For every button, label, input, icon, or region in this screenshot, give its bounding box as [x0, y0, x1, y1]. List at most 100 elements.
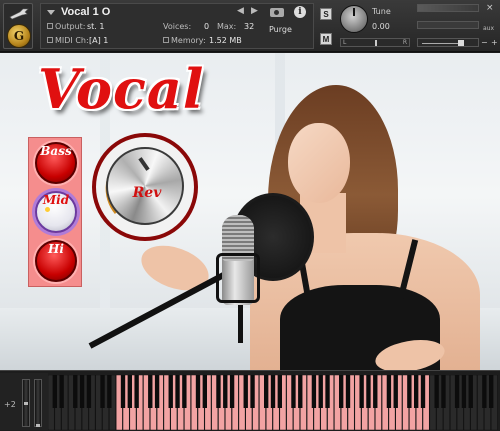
tune-label: Tune [372, 7, 391, 16]
midi-channel-value[interactable]: [A] 1 [89, 36, 108, 45]
black-key[interactable] [339, 375, 344, 408]
tune-knob[interactable] [340, 5, 368, 33]
black-key[interactable] [386, 375, 392, 408]
black-key[interactable] [441, 375, 446, 408]
black-key[interactable] [489, 375, 494, 408]
black-key[interactable] [134, 375, 139, 408]
black-key[interactable] [52, 375, 57, 408]
instrument-name[interactable]: Vocal 1 O [61, 6, 110, 18]
reverb-knob-indicator [138, 157, 150, 171]
pitch-wheel-mark [24, 402, 28, 405]
black-key[interactable] [148, 375, 153, 408]
voices-value: 0 [204, 22, 210, 31]
hi-button[interactable]: Hi [35, 240, 77, 282]
memory-icon [163, 37, 169, 43]
volume-slider[interactable] [417, 38, 479, 47]
black-key[interactable] [420, 375, 426, 408]
black-key[interactable] [407, 375, 412, 408]
black-key[interactable] [79, 375, 85, 408]
dropdown-triangle-icon[interactable] [47, 10, 55, 15]
pitch-wheel[interactable] [22, 379, 30, 427]
black-key[interactable] [461, 375, 467, 408]
prev-instrument-button[interactable]: ◀ [237, 6, 244, 16]
black-key[interactable] [345, 375, 351, 408]
midi-channel-label: MIDI Ch: [55, 36, 89, 45]
plus-button[interactable]: + [491, 38, 498, 47]
singer-face [288, 123, 350, 203]
black-key[interactable] [434, 375, 439, 408]
pan-right-label: R [402, 39, 407, 46]
black-key[interactable] [311, 375, 317, 408]
black-key[interactable] [264, 375, 269, 408]
black-key[interactable] [291, 375, 296, 408]
black-key[interactable] [270, 375, 276, 408]
keyboard-area: +2 [0, 370, 500, 431]
black-key[interactable] [250, 375, 255, 408]
black-key[interactable] [277, 375, 282, 408]
volume-thumb[interactable] [458, 40, 464, 46]
black-key[interactable] [373, 375, 378, 408]
reverb-knob[interactable]: Rev [92, 133, 198, 241]
aux-button[interactable]: aux [483, 25, 494, 32]
instrument-title: Vocal [38, 57, 205, 121]
mid-button-label: Mid [42, 193, 70, 207]
black-key[interactable] [127, 375, 132, 408]
black-key[interactable] [216, 375, 221, 408]
bass-button-label: Bass [40, 144, 72, 158]
black-key[interactable] [359, 375, 364, 408]
memory-value: 1.52 MB [209, 36, 242, 45]
pan-slider[interactable]: L R [340, 38, 410, 47]
reverb-knob-cap[interactable]: Rev [106, 147, 184, 225]
black-key[interactable] [366, 375, 371, 408]
instrument-info-panel: Vocal 1 O ◀ ▶ i Output: st. 1 Voices: 0 … [40, 3, 314, 49]
mod-wheel[interactable] [34, 379, 42, 427]
black-key[interactable] [325, 375, 330, 408]
black-key[interactable] [298, 375, 303, 408]
octave-offset[interactable]: +2 [4, 400, 16, 409]
next-instrument-button[interactable]: ▶ [251, 6, 258, 16]
camera-icon[interactable] [270, 8, 284, 17]
black-key[interactable] [414, 375, 419, 408]
black-key[interactable] [73, 375, 78, 408]
black-key[interactable] [195, 375, 201, 408]
piano-keyboard[interactable] [48, 375, 498, 430]
black-key[interactable] [100, 375, 105, 408]
reverb-knob-label: Rev [132, 185, 162, 201]
tune-value[interactable]: 0.00 [372, 22, 390, 31]
black-key[interactable] [107, 375, 112, 408]
black-key[interactable] [393, 375, 398, 408]
black-key[interactable] [175, 375, 180, 408]
pan-position-mark [375, 40, 377, 46]
black-key[interactable] [154, 375, 160, 408]
black-key[interactable] [120, 375, 126, 408]
close-icon[interactable]: × [486, 3, 494, 13]
minus-button[interactable]: − [481, 38, 488, 47]
black-key[interactable] [182, 375, 187, 408]
mic-shock-mount [216, 253, 260, 303]
info-icon[interactable]: i [294, 6, 306, 18]
black-key[interactable] [223, 375, 228, 408]
mid-button[interactable]: Mid [35, 191, 77, 233]
wrench-icon[interactable] [8, 8, 30, 20]
purge-menu[interactable]: Purge [269, 25, 292, 34]
output-value[interactable]: st. 1 [87, 22, 104, 31]
black-key[interactable] [468, 375, 473, 408]
black-key[interactable] [482, 375, 487, 408]
black-key[interactable] [318, 375, 323, 408]
black-key[interactable] [59, 375, 64, 408]
black-key[interactable] [454, 375, 460, 408]
black-key[interactable] [202, 375, 207, 408]
keyboard-controls: +2 [0, 373, 48, 430]
black-key[interactable] [229, 375, 235, 408]
voices-label: Voices: [163, 22, 192, 31]
solo-button[interactable]: S [320, 8, 332, 20]
eq-button-panel: Bass Mid Hi [28, 137, 82, 287]
black-key[interactable] [86, 375, 92, 408]
bass-button[interactable]: Bass [35, 142, 77, 184]
instrument-header: G Vocal 1 O ◀ ▶ i Output: st. 1 Voices: … [0, 0, 500, 52]
black-key[interactable] [168, 375, 173, 408]
max-voices-value[interactable]: 32 [244, 22, 254, 31]
black-key[interactable] [243, 375, 248, 408]
instrument-panel: Vocal Bass Mid Hi Rev [0, 53, 500, 370]
mute-button[interactable]: M [320, 33, 332, 45]
